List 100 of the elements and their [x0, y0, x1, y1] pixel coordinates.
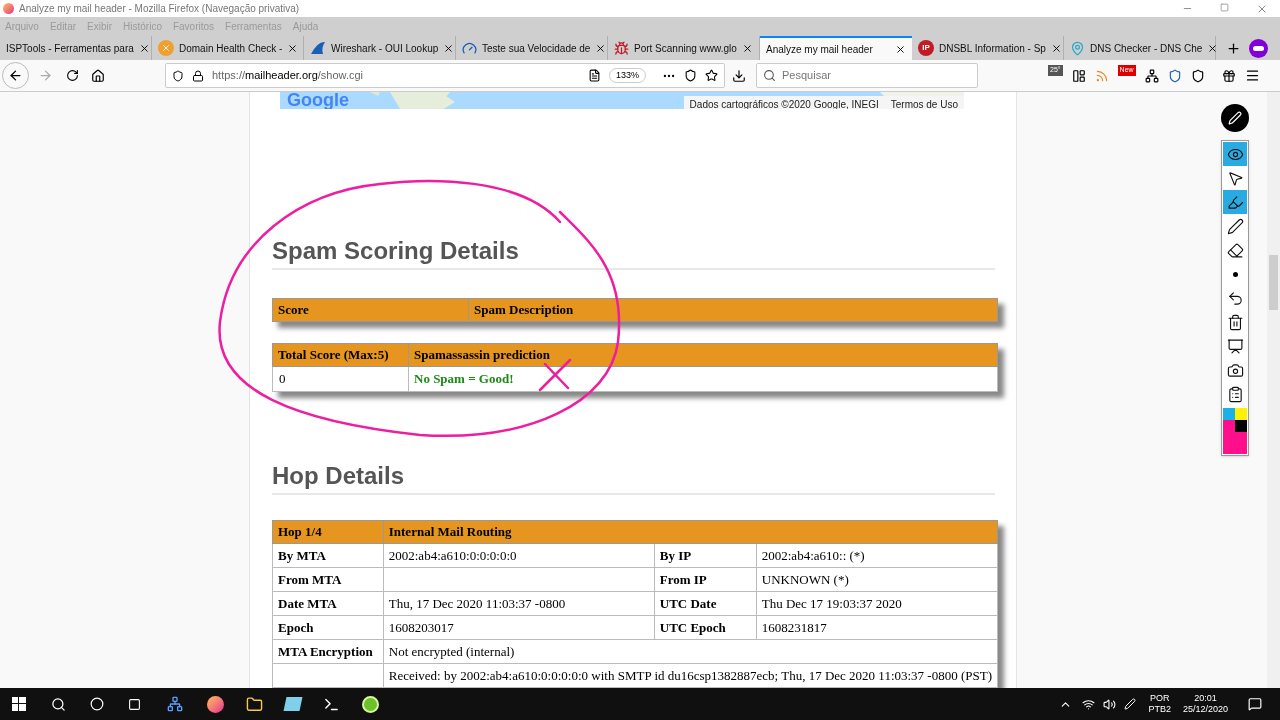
reload-icon[interactable]	[66, 69, 79, 82]
firefox-icon	[3, 3, 14, 14]
gauge-icon	[462, 40, 477, 56]
table-cell: 1608203017	[383, 615, 655, 640]
eye-tool-button[interactable]	[1223, 142, 1247, 166]
tab-title: Wireshark - OUI Lookup	[331, 41, 439, 56]
gift-icon[interactable]	[1221, 68, 1236, 83]
download-icon[interactable]	[732, 68, 746, 83]
tab-title: Teste sua Velocidade de	[482, 41, 591, 56]
table-cell: 2002:ab4:a610:0:0:0:0:0	[383, 543, 655, 568]
table-cell: Received: by 2002:ab4:a610:0:0:0:0:0 with SMTP id du16csp1382887ecb; Thu, 17 Dec 2020 11:03:37 -0800 (PST)	[383, 663, 998, 688]
menu-icon[interactable]	[1244, 68, 1260, 83]
board-icon	[1226, 337, 1244, 355]
row-label: From MTA	[272, 567, 384, 592]
windows-start-icon[interactable]	[12, 697, 26, 711]
row-label: By MTA	[272, 543, 384, 568]
table-cell: No Spam = Good!	[408, 366, 998, 392]
table-cell: Thu, 17 Dec 2020 11:03:37 -0800	[383, 591, 655, 616]
pen-icon	[1226, 217, 1244, 235]
close-tab-icon[interactable]	[138, 42, 150, 54]
table-cell: 2002:ab4:a610:: (*)	[756, 543, 998, 568]
row-label: Date MTA	[272, 591, 384, 616]
close-tab-icon[interactable]	[443, 42, 455, 54]
home-icon[interactable]	[91, 68, 105, 83]
volume-icon[interactable]	[1103, 697, 1117, 711]
camera-icon	[1226, 361, 1244, 379]
close-tab-icon[interactable]	[287, 42, 299, 54]
close-tab-icon[interactable]	[595, 42, 607, 54]
row-label: Epoch	[272, 615, 384, 640]
task-view-icon[interactable]	[128, 697, 141, 711]
color-swatch[interactable]	[1235, 420, 1247, 432]
close-tab-icon[interactable]	[1207, 42, 1219, 54]
tab-title: Analyze my mail header	[766, 42, 874, 57]
star-icon[interactable]	[705, 69, 718, 82]
hop-title: Internal Mail Routing	[383, 520, 998, 544]
cortana-icon[interactable]	[90, 697, 104, 711]
folder-icon[interactable]	[246, 695, 263, 713]
lock-icon	[192, 69, 204, 82]
column-header: Spam Description	[468, 298, 998, 322]
language-indicator[interactable]: POR PTB2	[1148, 693, 1171, 715]
table-cell: UNKNOWN (*)	[756, 567, 998, 592]
private-mask-icon	[1249, 38, 1268, 58]
color-swatch[interactable]	[1223, 420, 1235, 432]
new-tab-icon[interactable]	[1226, 40, 1241, 56]
map-logo: Google	[287, 92, 349, 109]
search-field[interactable]: Pesquisar	[756, 63, 978, 88]
row-label: UTC Date	[654, 591, 757, 616]
table-cell: 1608231817	[756, 615, 998, 640]
table-cell: Thu Dec 17 19:03:37 2020	[756, 591, 998, 616]
pen-nib-icon	[1228, 111, 1242, 125]
shield-icon	[172, 69, 184, 82]
color-swatch[interactable]	[1235, 408, 1247, 420]
search-icon	[763, 69, 776, 82]
url-text: https://mailheader.org/show.cgi	[212, 68, 364, 84]
section-heading: Hop Details	[272, 461, 406, 490]
highlighter-icon	[1226, 193, 1244, 211]
reader-view-icon[interactable]	[587, 69, 601, 82]
network-icon[interactable]	[1082, 697, 1096, 711]
pen-logo-icon[interactable]	[1221, 104, 1249, 132]
row-label: UTC Epoch	[654, 615, 757, 640]
network-app-icon[interactable]	[167, 696, 183, 712]
scrollbar[interactable]	[1267, 92, 1280, 688]
trash-icon	[1226, 313, 1244, 331]
pen-tray-icon[interactable]	[1124, 698, 1137, 710]
highlighter-tool-button[interactable]	[1223, 190, 1247, 214]
close-tab-icon[interactable]	[895, 43, 906, 55]
sidebar-icon[interactable]	[1071, 68, 1086, 83]
round-app-icon[interactable]	[362, 695, 379, 713]
tab-title: DNSBL Information - Sp	[939, 41, 1046, 56]
clock[interactable]: 20:01 25/12/2020	[1182, 693, 1228, 715]
firefox-taskbar-icon[interactable]	[207, 695, 224, 713]
tab-title: Port Scanning www.glo	[634, 41, 737, 56]
current-color-swatch	[1223, 432, 1247, 454]
row-label: MTA Encryption	[272, 639, 384, 664]
address-bar[interactable]: https://mailheader.org/show.cgi 133%	[165, 63, 725, 88]
section-heading: Spam Scoring Details	[272, 236, 520, 265]
row-label: From IP	[654, 567, 757, 592]
extension-icon[interactable]	[1144, 68, 1159, 83]
tab-title: ISPTools - Ferramentas para	[6, 41, 134, 56]
clipboard-icon	[1226, 385, 1244, 403]
column-header: Total Score (Max:5)	[272, 343, 409, 367]
color-swatch[interactable]	[1223, 408, 1235, 420]
hop-number: Hop 1/4	[272, 520, 384, 544]
maximize-icon	[1220, 2, 1229, 12]
pin-icon	[1070, 40, 1085, 56]
notifications-icon[interactable]	[1248, 697, 1262, 711]
close-tab-icon[interactable]	[1050, 42, 1062, 54]
close-tab-icon[interactable]	[742, 42, 753, 54]
table-cell: 0	[272, 366, 409, 392]
tab-favicon-icon	[158, 40, 174, 56]
app-window-icon[interactable]	[283, 697, 303, 711]
tab-title: DNS Checker - DNS Che	[1090, 41, 1203, 56]
column-header: Spamassassin prediction	[408, 343, 998, 367]
terms-link[interactable]: Termos de Uso	[890, 96, 958, 109]
browser-tab[interactable]: Analyze my mail header	[760, 36, 912, 60]
undo-icon	[1226, 289, 1244, 307]
eraser-icon	[1226, 241, 1244, 259]
table-cell: Not encrypted (internal)	[383, 639, 998, 664]
search-icon[interactable]	[51, 696, 66, 712]
tab-title: Domain Health Check -	[179, 41, 283, 56]
